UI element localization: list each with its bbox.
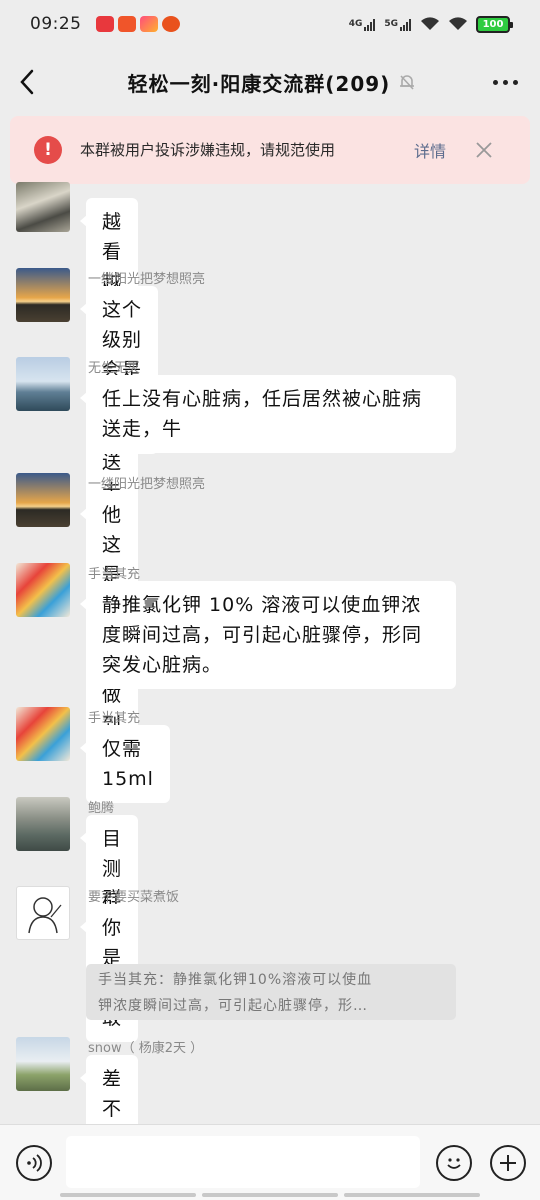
more-dots-icon	[502, 79, 508, 85]
avatar[interactable]	[16, 797, 70, 851]
input-bar	[0, 1124, 540, 1200]
sender-name: 一缕阳光把梦想照亮	[88, 477, 206, 492]
sender-name: snow（ 杨康2天 ）	[88, 1041, 204, 1056]
message-bubble[interactable]: 静推氯化钾 10% 溶液可以使血钾浓度瞬间过高，可引起心脏骤停，形同突发心脏病。	[80, 581, 456, 689]
sender-name: 手当其充	[88, 711, 141, 726]
add-button[interactable]	[490, 1145, 526, 1181]
smile-icon	[447, 1158, 461, 1169]
battery-indicator: 100	[476, 15, 513, 33]
status-time: 09:25	[30, 14, 82, 34]
warning-icon: !	[34, 136, 62, 164]
emoji-button[interactable]	[436, 1145, 472, 1181]
plus-icon	[500, 1155, 516, 1171]
voice-icon	[27, 1154, 42, 1172]
banner-text: 本群被用户投诉涉嫌违规，请规范使用	[80, 141, 336, 159]
close-icon	[476, 142, 492, 158]
quote-line: 钾浓度瞬间过高，可引起心脏骤停，形…	[98, 998, 368, 1014]
message-input[interactable]	[66, 1136, 420, 1188]
status-bar: 09:25 4G 5G 100	[0, 0, 540, 48]
violation-warning-banner: ! 本群被用户投诉涉嫌违规，请规范使用 详情	[10, 116, 530, 184]
sender-name: 鲍腾	[88, 801, 115, 816]
notification-icons	[95, 16, 180, 32]
sketch-avatar-icon	[28, 897, 62, 934]
more-dots-icon	[492, 79, 498, 85]
bell-muted-icon	[400, 75, 415, 90]
gesture-bar	[60, 1193, 480, 1197]
chevron-left-icon	[20, 69, 34, 95]
sender-name: 手当其充	[88, 567, 141, 582]
app-notification-icon	[139, 16, 158, 32]
chat-title: 轻松一刻·阳康交流群(209)	[127, 71, 391, 96]
avatar[interactable]	[16, 563, 70, 617]
more-dots-icon	[512, 79, 518, 85]
quote-line: 手当其充：静推氯化钾10%溶液可以使血	[98, 972, 373, 988]
sender-name: 一缕阳光把梦想照亮	[88, 272, 206, 287]
sender-name: 无生无灭	[88, 361, 141, 376]
avatar[interactable]	[16, 357, 70, 411]
app-notification-icon	[161, 16, 180, 32]
banner-detail-link[interactable]: 详情	[414, 138, 446, 162]
sender-name: 要不要买菜煮饭	[88, 890, 180, 905]
wifi-icon	[449, 17, 467, 30]
avatar[interactable]	[16, 707, 70, 761]
app-notification-icon	[117, 16, 136, 32]
message-bubble[interactable]: 仅需 15ml	[80, 725, 170, 803]
network-4g-indicator: 4G	[349, 19, 377, 31]
banner-close-button[interactable]	[472, 138, 496, 162]
avatar[interactable]	[16, 886, 70, 940]
back-button[interactable]	[0, 52, 54, 112]
avatar[interactable]	[16, 1037, 70, 1091]
wifi-icon	[421, 17, 439, 30]
avatar[interactable]	[16, 473, 70, 527]
chat-header: 轻松一刻·阳康交流群(209)	[0, 52, 540, 112]
network-5g-indicator: 5G	[384, 19, 412, 31]
app-notification-icon	[95, 16, 114, 32]
quoted-reply[interactable]: 手当其充：静推氯化钾10%溶液可以使血 钾浓度瞬间过高，可引起心脏骤停，形…	[86, 964, 456, 1020]
voice-button[interactable]	[16, 1145, 52, 1181]
avatar[interactable]	[16, 182, 70, 232]
avatar[interactable]	[16, 268, 70, 322]
message-bubble[interactable]: 任上没有心脏病，任后居然被心脏病送走，牛	[80, 375, 456, 453]
more-button[interactable]	[470, 52, 540, 112]
